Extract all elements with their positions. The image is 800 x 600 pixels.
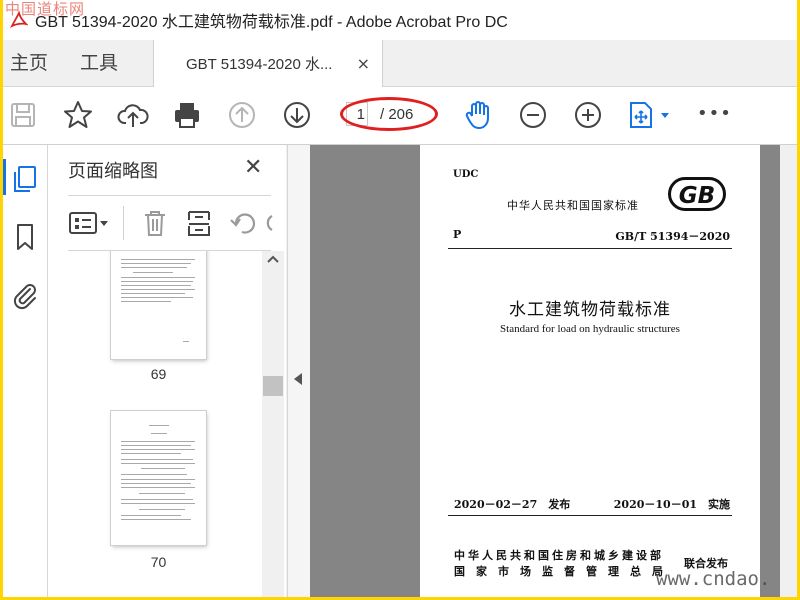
hand-tool-icon[interactable] [462,99,494,131]
rail-active-indicator [3,159,6,195]
doc-top-rule [448,248,732,249]
panel-collapse-strip[interactable] [287,145,310,597]
star-icon[interactable] [62,99,94,131]
tab-bar: 主页 工具 GBT 51394-2020 水... × [3,40,797,87]
cloud-upload-icon[interactable] [117,99,149,131]
tab-home[interactable]: 主页 [10,40,48,86]
extract-pages-icon[interactable] [184,208,214,238]
doc-implement-date: 2020－10－01 实施 [613,498,730,511]
bookmark-icon[interactable] [9,221,41,253]
doc-publisher-1: 中华人民共和国住房和城乡建设部 [454,549,664,562]
panel-toolbar [68,195,274,251]
left-rail [3,145,48,597]
zoom-out-icon[interactable] [517,99,549,131]
fit-page-icon[interactable] [627,99,673,131]
save-icon[interactable] [7,99,39,131]
svg-text:GB: GB [679,183,715,209]
gb-logo: GB [668,177,726,211]
scrollbar-thumb[interactable] [263,376,283,396]
doc-code: GB/T 51394－2020 [615,230,730,243]
current-page-input[interactable] [346,102,368,126]
doc-udc: UDC [453,169,479,180]
page-down-icon[interactable] [281,99,313,131]
tab-tools[interactable]: 工具 [80,40,118,86]
document-scrollbar[interactable] [780,145,797,597]
watermark-bottom: www.cndao. [656,568,771,590]
panel-close-icon[interactable]: ✕ [244,155,262,180]
window-title: GBT 51394-2020 水工建筑物荷载标准.pdf - Adobe Acr… [35,14,508,31]
doc-national-standard: 中华人民共和国国家标准 [507,199,639,212]
attachment-icon[interactable] [9,279,41,311]
rotate-icon[interactable] [228,208,258,238]
collapse-arrow-icon[interactable] [294,373,302,385]
total-pages: / 206 [380,105,414,123]
thumbnail-page-70[interactable] [111,411,206,545]
thumbnail-page-number: 69 [150,366,167,382]
watermark-top: 中国道标网 [5,0,86,18]
page-up-icon[interactable] [226,99,258,131]
thumbnail-page-number: 70 [150,554,167,570]
page-thumbnails-icon[interactable] [9,163,41,195]
print-icon[interactable] [171,99,203,131]
doc-title-cn: 水工建筑物荷载标准 [509,300,671,320]
thumbnail-options-icon[interactable] [68,208,114,238]
thumbnail-page-69[interactable] [111,251,206,359]
title-bar: GBT 51394-2020 水工建筑物荷载标准.pdf - Adobe Acr… [3,0,797,40]
thumbnail-list[interactable]: 69 70 [48,251,286,597]
tab-document[interactable]: GBT 51394-2020 水... × [153,40,383,87]
panel-toolbar-divider [123,206,124,240]
doc-publisher-2: 国家市场监督管理总局 [454,565,674,578]
thumbnail-scrollbar[interactable] [262,251,284,597]
zoom-in-icon[interactable] [572,99,604,131]
rotate-right-icon[interactable] [264,208,274,238]
page-thumbnails-panel: 页面缩略图 ✕ 69 70 [48,145,286,597]
delete-icon[interactable] [140,208,170,238]
doc-issue-date: 2020－02－27 发布 [454,498,571,511]
pdf-page: UDC 中华人民共和国国家标准 GB P GB/T 51394－2020 水工建… [420,145,760,597]
acrobat-window: GBT 51394-2020 水工建筑物荷载标准.pdf - Adobe Acr… [3,0,797,597]
scroll-up-icon[interactable] [266,254,280,264]
doc-category: P [453,228,462,241]
page-navigation: / 206 [346,99,436,129]
more-icon[interactable]: ••• [697,103,732,124]
doc-bottom-rule [448,515,732,516]
doc-title-en: Standard for load on hydraulic structure… [500,323,680,335]
tab-close-icon[interactable]: × [357,54,370,73]
tab-document-label: GBT 51394-2020 水... [186,56,333,73]
panel-title: 页面缩略图 [68,161,158,182]
document-viewport[interactable]: UDC 中华人民共和国国家标准 GB P GB/T 51394－2020 水工建… [310,145,780,597]
